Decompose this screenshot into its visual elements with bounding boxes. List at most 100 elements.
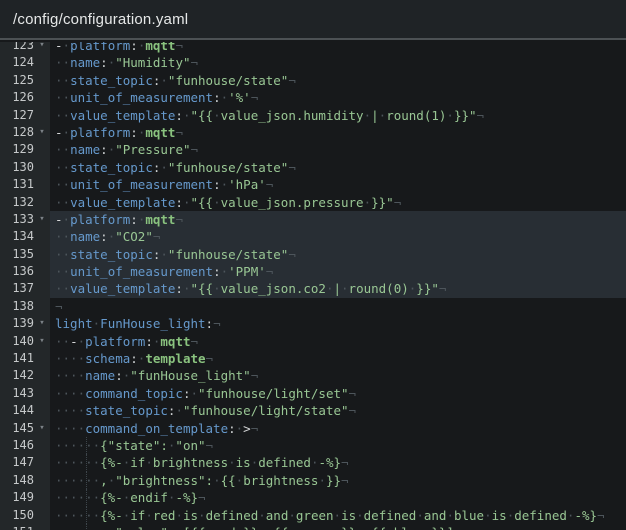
code-line[interactable]: 140▾··-·platform:·mqtt¬	[0, 333, 626, 350]
fold-arrow-icon[interactable]: ▾	[34, 211, 50, 228]
code-line[interactable]: 132··value_template:·"{{·value_json.pres…	[0, 194, 626, 211]
fold-arrow-icon[interactable]: ▾	[34, 333, 50, 350]
code-text: ····schema:·template¬	[50, 350, 626, 367]
code-line[interactable]: 146······{"state":·"on"¬	[0, 437, 626, 454]
code-token: :	[100, 229, 108, 244]
code-token: ¬	[251, 90, 259, 105]
code-text: ··value_template:·"{{·value_json.humidit…	[50, 107, 626, 124]
code-line[interactable]: 149······{%-·endif·-%}¬	[0, 489, 626, 506]
code-line[interactable]: 137··value_template:·"{{·value_json.co2·…	[0, 280, 626, 297]
code-token: :	[130, 125, 138, 140]
line-number-gutter: 136	[0, 263, 50, 280]
whitespace-dot: ·	[175, 403, 183, 418]
code-line[interactable]: 123▾-·platform:·mqtt¬	[0, 42, 626, 54]
fold-arrow-icon[interactable]: ▾	[34, 420, 50, 437]
code-line[interactable]: 129··name:·"Pressure"¬	[0, 141, 626, 158]
code-line[interactable]: 130··state_topic:·"funhouse/state"¬	[0, 159, 626, 176]
line-number-gutter: 148	[0, 472, 50, 489]
code-line[interactable]: 131··unit_of_measurement:·'hPa'¬	[0, 176, 626, 193]
code-token: "funHouse_light"	[130, 368, 250, 383]
code-line[interactable]: 143····command_topic:·"funhouse/light/se…	[0, 385, 626, 402]
line-number: 132	[12, 194, 34, 211]
whitespace-dot: ··	[55, 108, 70, 123]
whitespace-dot: ·	[221, 177, 229, 192]
line-number-gutter: 138	[0, 298, 50, 315]
code-token: ¬	[191, 55, 199, 70]
code-line[interactable]: 136··unit_of_measurement:·'PPM'¬	[0, 263, 626, 280]
line-number-gutter: 123▾	[0, 42, 50, 54]
fold-arrow-icon[interactable]: ▾	[34, 124, 50, 141]
code-token: {%-	[100, 490, 123, 505]
code-line[interactable]: 147······{%-·if·brightness·is·defined·-%…	[0, 454, 626, 471]
code-token: schema	[85, 351, 130, 366]
code-token: ¬	[439, 281, 447, 296]
code-line[interactable]: 144····state_topic:·"funhouse/light/stat…	[0, 402, 626, 419]
code-line[interactable]: 139▾light·FunHouse_light:¬	[0, 315, 626, 332]
line-number-gutter: 137	[0, 280, 50, 297]
code-line[interactable]: 141····schema:·template¬	[0, 350, 626, 367]
code-token: "{{	[190, 281, 213, 296]
line-number: 136	[12, 263, 34, 280]
code-text: ··value_template:·"{{·value_json.co2·|·r…	[50, 280, 626, 297]
code-line[interactable]: 125··state_topic:·"funhouse/state"¬	[0, 72, 626, 89]
code-text: ··state_topic:·"funhouse/state"¬	[50, 72, 626, 89]
code-token: ¬	[266, 177, 274, 192]
code-editor[interactable]: 123▾-·platform:·mqtt¬124··name:·"Humidit…	[0, 42, 626, 530]
code-line[interactable]: 133▾-·platform:·mqtt¬	[0, 211, 626, 228]
line-number: 144	[12, 402, 34, 419]
code-token: ¬	[349, 386, 357, 401]
code-token: red	[153, 508, 176, 523]
line-number: 151	[12, 524, 34, 530]
code-token: ¬	[175, 212, 183, 227]
code-line[interactable]: 148······,·"brightness":·{{·brightness·}…	[0, 472, 626, 489]
code-token: -	[70, 334, 78, 349]
code-line[interactable]: 126··unit_of_measurement:·'%'¬	[0, 89, 626, 106]
line-number: 150	[12, 507, 34, 524]
title-bar: /config/configuration.yaml	[0, 0, 626, 40]
code-line[interactable]: 134··name:·"CO2"¬	[0, 228, 626, 245]
code-token: state_topic	[70, 247, 153, 262]
code-token: }},	[341, 525, 364, 530]
code-line[interactable]: 145▾····command_on_template:·>¬	[0, 420, 626, 437]
code-token: ¬	[341, 473, 349, 488]
line-number-gutter: 135	[0, 246, 50, 263]
code-line[interactable]: 127··value_template:·"{{·value_json.humi…	[0, 107, 626, 124]
code-text: ······{%-·if·red·is·defined·and·green·is…	[50, 507, 626, 524]
whitespace-dot: ····	[55, 368, 85, 383]
code-token: value_template	[70, 195, 175, 210]
code-token: value_json.humidity	[221, 108, 364, 123]
code-line[interactable]: 150 ······{%-·if·red·is·defined·and·green…	[0, 507, 626, 524]
line-number: 123	[12, 42, 34, 54]
code-token: name	[85, 368, 115, 383]
code-token: :	[100, 142, 108, 157]
fold-arrow-icon[interactable]: ▾	[34, 315, 50, 332]
indent-guide	[86, 437, 87, 454]
code-line[interactable]: 128▾-·platform:·mqtt¬	[0, 124, 626, 141]
editor-content[interactable]: 123▾-·platform:·mqtt¬124··name:·"Humidit…	[0, 42, 626, 530]
code-token: '%'	[228, 90, 251, 105]
code-line[interactable]: 124··name:·"Humidity"¬	[0, 54, 626, 71]
code-text: ······,·"color":·[{{·red·}},·{{·green·}}…	[50, 524, 626, 530]
code-token: -%}	[574, 508, 597, 523]
code-text: ······{"state":·"on"¬	[50, 437, 626, 454]
line-number: 124	[12, 54, 34, 71]
code-line[interactable]: 138¬	[0, 298, 626, 315]
code-token: defined	[364, 508, 417, 523]
code-token: "funhouse/state"	[168, 247, 288, 262]
whitespace-dot: ·	[364, 195, 372, 210]
whitespace-dot: ·	[160, 160, 168, 175]
whitespace-dot: ·	[446, 108, 454, 123]
code-line[interactable]: 135··state_topic:·"funhouse/state"¬	[0, 246, 626, 263]
code-token: mqtt	[145, 42, 175, 53]
code-token: green	[296, 525, 334, 530]
code-token: is	[341, 508, 356, 523]
line-number-gutter: 133▾	[0, 211, 50, 228]
code-token: and	[424, 508, 447, 523]
line-number-gutter: 142	[0, 367, 50, 384]
code-token: defined	[258, 455, 311, 470]
code-token: {{	[273, 525, 288, 530]
fold-arrow-icon[interactable]: ▾	[34, 42, 50, 54]
code-token: |	[371, 108, 379, 123]
code-line[interactable]: 142····name:·"funHouse_light"¬	[0, 367, 626, 384]
code-line[interactable]: 151 ······,·"color":·[{{·red·}},·{{·green…	[0, 524, 626, 530]
